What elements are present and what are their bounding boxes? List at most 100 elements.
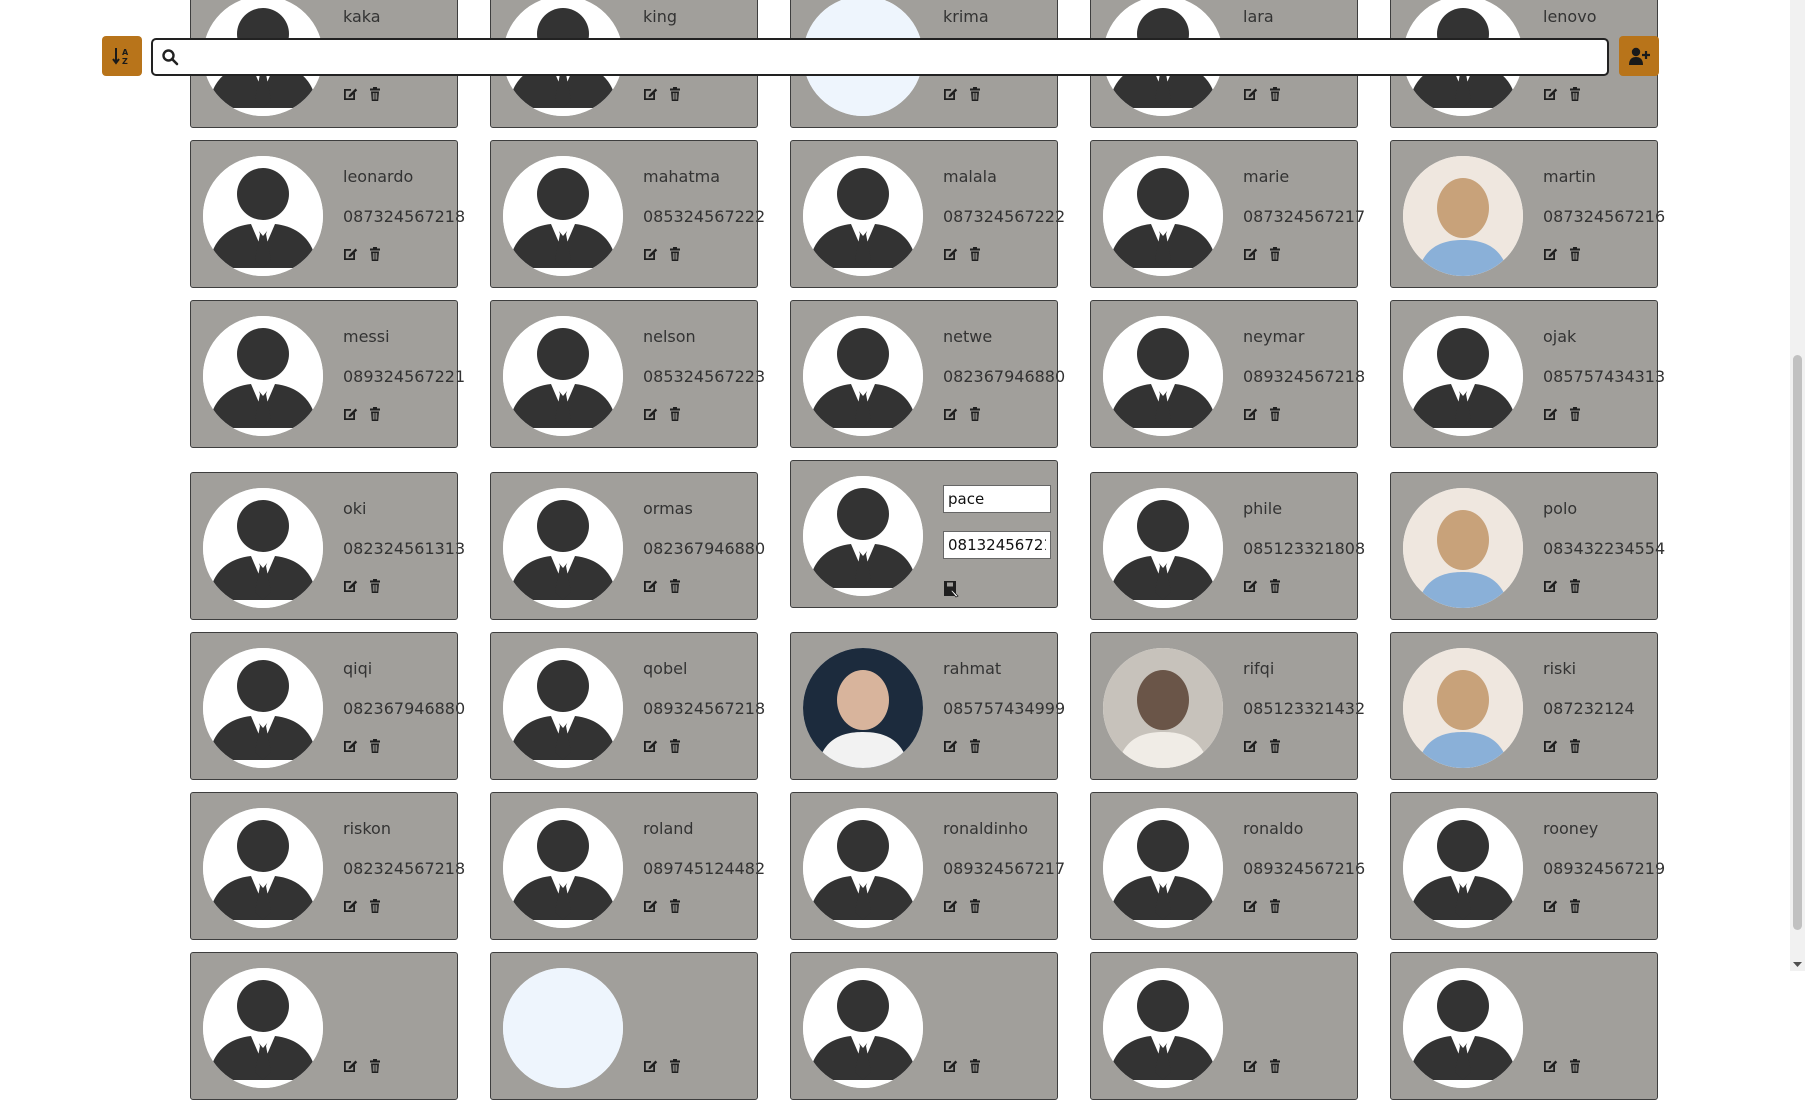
edit-contact-button[interactable] <box>1541 1057 1559 1075</box>
delete-contact-button[interactable] <box>1566 1057 1584 1075</box>
edit-contact-button[interactable] <box>1541 405 1559 423</box>
delete-contact-button[interactable] <box>1266 245 1284 263</box>
edit-contact-button[interactable] <box>641 245 659 263</box>
svg-text:Z: Z <box>122 57 128 66</box>
delete-contact-button[interactable] <box>366 245 384 263</box>
delete-contact-button[interactable] <box>366 577 384 595</box>
edit-contact-button[interactable] <box>341 85 359 103</box>
edit-contact-button[interactable] <box>1241 85 1259 103</box>
delete-contact-button[interactable] <box>666 737 684 755</box>
contact-phone: 085757434313 <box>1543 367 1666 386</box>
edit-contact-button[interactable] <box>1241 245 1259 263</box>
edit-contact-button[interactable] <box>1541 85 1559 103</box>
contact-name: ormas <box>643 499 693 518</box>
edit-contact-button[interactable] <box>1241 737 1259 755</box>
sort-button[interactable]: A Z <box>102 36 142 76</box>
edit-contact-button[interactable] <box>641 405 659 423</box>
add-contact-button[interactable] <box>1619 36 1659 76</box>
edit-contact-button[interactable] <box>1541 737 1559 755</box>
delete-contact-button[interactable] <box>366 405 384 423</box>
edit-contact-button[interactable] <box>1241 577 1259 595</box>
edit-contact-button[interactable] <box>341 737 359 755</box>
delete-contact-button[interactable] <box>1566 245 1584 263</box>
delete-contact-button[interactable] <box>1566 737 1584 755</box>
avatar <box>1103 316 1223 436</box>
avatar <box>1403 968 1523 1088</box>
contact-name: netwe <box>943 327 993 346</box>
delete-contact-button[interactable] <box>1566 405 1584 423</box>
contact-phone: 085324567223 <box>643 367 766 386</box>
edit-contact-button[interactable] <box>341 1057 359 1075</box>
save-contact-button[interactable] <box>943 580 959 598</box>
avatar <box>203 968 323 1088</box>
delete-contact-button[interactable] <box>366 897 384 915</box>
delete-contact-button[interactable] <box>1566 577 1584 595</box>
scroll-thumb[interactable] <box>1793 355 1802 930</box>
avatar-silhouette-icon <box>1403 968 1523 1088</box>
delete-contact-button[interactable] <box>666 85 684 103</box>
avatar-silhouette-icon <box>803 156 923 276</box>
edit-contact-button[interactable] <box>341 897 359 915</box>
avatar-silhouette-icon <box>503 808 623 928</box>
delete-contact-button[interactable] <box>1266 897 1284 915</box>
delete-contact-button[interactable] <box>1266 405 1284 423</box>
page-scrollbar[interactable] <box>1790 0 1805 971</box>
edit-contact-button[interactable] <box>341 405 359 423</box>
delete-contact-button[interactable] <box>966 1057 984 1075</box>
delete-contact-button[interactable] <box>966 405 984 423</box>
edit-contact-button[interactable] <box>641 577 659 595</box>
contact-card <box>1090 952 1358 1100</box>
edit-contact-button[interactable] <box>1541 245 1559 263</box>
edit-contact-button[interactable] <box>941 85 959 103</box>
edit-contact-button[interactable] <box>641 1057 659 1075</box>
contact-phone: 089324567219 <box>1543 859 1666 878</box>
edit-contact-button[interactable] <box>1241 897 1259 915</box>
delete-contact-button[interactable] <box>666 405 684 423</box>
delete-contact-button[interactable] <box>666 577 684 595</box>
delete-contact-button[interactable] <box>366 737 384 755</box>
edit-contact-button[interactable] <box>941 405 959 423</box>
delete-contact-button[interactable] <box>366 1057 384 1075</box>
edit-phone-input[interactable] <box>943 531 1051 559</box>
edit-contact-button[interactable] <box>941 1057 959 1075</box>
delete-contact-button[interactable] <box>366 85 384 103</box>
delete-contact-button[interactable] <box>966 85 984 103</box>
delete-contact-button[interactable] <box>666 245 684 263</box>
scroll-down-arrow-icon[interactable] <box>1793 960 1802 969</box>
trash-icon <box>670 739 680 753</box>
delete-contact-button[interactable] <box>966 737 984 755</box>
delete-contact-button[interactable] <box>966 897 984 915</box>
contact-phone: 082324567218 <box>343 859 466 878</box>
avatar-silhouette-icon <box>203 488 323 608</box>
delete-contact-button[interactable] <box>966 245 984 263</box>
delete-contact-button[interactable] <box>666 1057 684 1075</box>
edit-contact-button[interactable] <box>341 245 359 263</box>
delete-contact-button[interactable] <box>1566 85 1584 103</box>
delete-contact-button[interactable] <box>666 897 684 915</box>
avatar-photo <box>1403 156 1523 276</box>
delete-contact-button[interactable] <box>1266 737 1284 755</box>
contact-card: mahatma 085324567222 <box>490 140 765 288</box>
edit-contact-button[interactable] <box>641 85 659 103</box>
delete-contact-button[interactable] <box>1266 1057 1284 1075</box>
contact-name: messi <box>343 327 390 346</box>
edit-contact-button[interactable] <box>941 897 959 915</box>
delete-contact-button[interactable] <box>1266 577 1284 595</box>
edit-contact-button[interactable] <box>1541 577 1559 595</box>
avatar <box>203 648 323 768</box>
avatar <box>1103 156 1223 276</box>
edit-contact-button[interactable] <box>641 897 659 915</box>
trash-icon <box>970 407 980 421</box>
delete-contact-button[interactable] <box>1266 85 1284 103</box>
contact-card: leonardo 087324567218 <box>190 140 465 288</box>
edit-name-input[interactable] <box>943 485 1051 513</box>
edit-contact-button[interactable] <box>1241 1057 1259 1075</box>
edit-contact-button[interactable] <box>941 737 959 755</box>
edit-contact-button[interactable] <box>941 245 959 263</box>
edit-contact-button[interactable] <box>1241 405 1259 423</box>
search-input[interactable] <box>183 42 1597 74</box>
delete-contact-button[interactable] <box>1566 897 1584 915</box>
edit-contact-button[interactable] <box>1541 897 1559 915</box>
edit-contact-button[interactable] <box>641 737 659 755</box>
edit-contact-button[interactable] <box>341 577 359 595</box>
